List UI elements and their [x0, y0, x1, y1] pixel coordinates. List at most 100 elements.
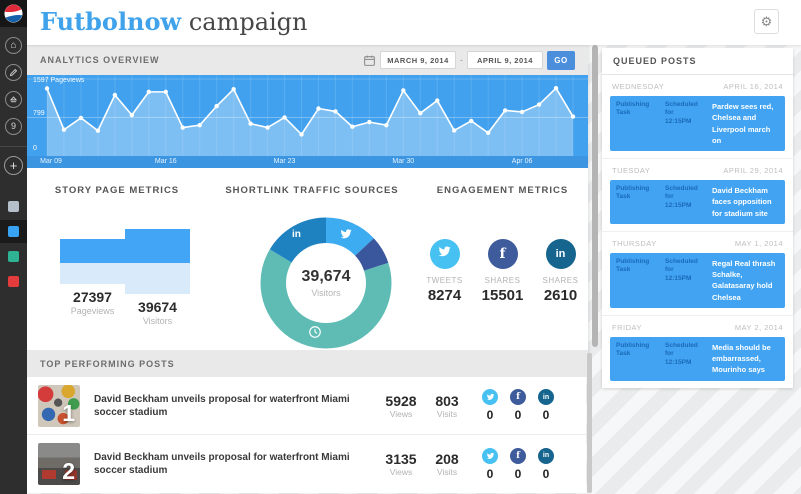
queued-post-card[interactable]: Publishing Task Scheduled for 12:15PM Me…	[610, 337, 785, 381]
queued-day-row: FRIDAY MAY 2, 2014	[612, 323, 783, 332]
traffic-donut-chart[interactable]: in 39,674 Visitors	[259, 216, 393, 350]
calendar-icon[interactable]	[363, 54, 376, 67]
top-posts-title: TOP PERFORMING POSTS	[40, 359, 175, 369]
linkedin-icon[interactable]: in	[538, 389, 554, 405]
go-button[interactable]: GO	[547, 51, 575, 70]
day-label: THURSDAY	[612, 239, 657, 248]
facebook-icon[interactable]: f	[488, 239, 518, 269]
campaign-name: Futbolnow	[40, 7, 181, 36]
main-content: ANALYTICS OVERVIEW - GO 1597 Pageviews 7…	[27, 45, 588, 493]
date-from-input[interactable]	[380, 51, 456, 69]
schedule: Scheduled for 12:15PM	[665, 101, 707, 146]
post-row-2[interactable]: 2 David Beckham unveils proposal for wat…	[27, 435, 586, 493]
twitter-count: 0	[476, 389, 504, 422]
fb-shares-label: SHARES	[485, 276, 521, 285]
twitter-icon[interactable]	[430, 239, 460, 269]
queued-post-card[interactable]: Publishing Task Scheduled for 12:15PM Pa…	[610, 96, 785, 151]
twitter-icon[interactable]	[482, 448, 498, 464]
metrics-row: STORY PAGE METRICS 27397 Pageviews 39674…	[27, 168, 588, 350]
pepsi-logo[interactable]	[0, 0, 27, 27]
top-posts-bar: TOP PERFORMING POSTS	[27, 350, 588, 377]
analytics-overview-title: ANALYTICS OVERVIEW	[40, 55, 160, 65]
y-tick-zero: 0	[33, 145, 37, 152]
schedule-label: Scheduled for	[665, 258, 707, 275]
linkedin-segment-icon: in	[292, 229, 301, 240]
sidebar: ⌂ 9 +	[0, 0, 27, 494]
main-scrollbar[interactable]	[592, 45, 598, 347]
engagement-title: ENGAGEMENT METRICS	[417, 168, 588, 196]
facebook-icon[interactable]: f	[510, 448, 526, 464]
date-to-input[interactable]	[467, 51, 543, 69]
posts-scrollbar[interactable]	[587, 353, 592, 493]
day-label: TUESDAY	[612, 166, 650, 175]
top-posts-list: 1 David Beckham unveils proposal for wat…	[27, 377, 586, 493]
post-title[interactable]: David Beckham unveils proposal for water…	[94, 451, 370, 477]
pencil-icon	[9, 68, 18, 77]
green-swatch-icon	[8, 251, 19, 262]
dashboard: ⌂ 9 + Futbolnow campaign	[0, 0, 801, 494]
twitter-icon[interactable]	[482, 389, 498, 405]
twitter-count: 0	[476, 448, 504, 481]
engagement-twitter: TWEETS 8274	[419, 239, 471, 304]
linkedin-icon[interactable]: in	[538, 448, 554, 464]
chart-x-axis: Mar 09Mar 16Mar 23Mar 30Apr 06	[27, 156, 588, 168]
post-thumbnail: 1	[38, 385, 80, 427]
schedule: Scheduled for 12:15PM	[665, 258, 707, 303]
title-suffix: campaign	[181, 8, 307, 36]
queued-posts-title: QUEUED POSTS	[602, 48, 793, 75]
history-button[interactable]: 9	[5, 118, 22, 135]
campaign-swatch-red[interactable]	[0, 270, 27, 293]
fb-shares-value: 15501	[482, 287, 524, 304]
post-headline: Regal Real thrash Schalke, Galatasaray h…	[712, 258, 779, 303]
schedule-time: 12:15PM	[665, 359, 707, 367]
story-metrics-title: STORY PAGE METRICS	[27, 168, 207, 196]
history-icon: 9	[11, 122, 16, 131]
edit-button[interactable]	[5, 64, 22, 81]
rank-badge: 1	[62, 400, 75, 427]
direct-clock-icon	[308, 325, 322, 339]
schedule-time: 12:15PM	[665, 275, 707, 283]
facebook-icon[interactable]: f	[510, 389, 526, 405]
engagement-facebook: f SHARES 15501	[477, 239, 529, 304]
linkedin-icon[interactable]: in	[546, 239, 576, 269]
x-tick-label: Mar 23	[274, 158, 296, 165]
views-value: 5928	[378, 393, 424, 409]
pageviews-bar-dark	[60, 239, 125, 263]
task-type: Publishing Task	[616, 342, 660, 376]
y-tick-max: 1597 Pageviews	[33, 77, 84, 84]
queued-post-card[interactable]: Publishing Task Scheduled for 12:15PM Re…	[610, 253, 785, 308]
linkedin-count: in 0	[532, 389, 560, 422]
pageviews-chart[interactable]: 1597 Pageviews 799 0 Mar 09Mar 16Mar 23M…	[27, 75, 588, 168]
home-button[interactable]: ⌂	[5, 37, 22, 54]
visitors-bar-dark	[125, 229, 190, 263]
pageviews-bar[interactable]: 27397 Pageviews	[60, 239, 125, 316]
day-label: WEDNESDAY	[612, 82, 664, 91]
pageviews-bar-light	[60, 263, 125, 284]
rank-badge: 2	[62, 458, 75, 485]
add-campaign-button[interactable]: +	[4, 156, 23, 175]
schedule-label: Scheduled for	[665, 185, 707, 202]
post-title[interactable]: David Beckham unveils proposal for water…	[94, 393, 370, 419]
facebook-count-value: 0	[515, 408, 522, 422]
task-type: Publishing Task	[616, 101, 660, 146]
visitors-value: 39674	[125, 299, 190, 315]
facebook-count: f 0	[504, 448, 532, 481]
twitter-count-value: 0	[487, 467, 494, 481]
queued-post-card[interactable]: Publishing Task Scheduled for 12:15PM Da…	[610, 180, 785, 224]
queued-group-wednesday: WEDNESDAY APRIL 16, 2014 Publishing Task…	[602, 75, 793, 159]
campaign-swatch-grey[interactable]	[0, 195, 27, 218]
schedule: Scheduled for 12:15PM	[665, 185, 707, 219]
visitors-bar[interactable]: 39674 Visitors	[125, 229, 190, 326]
pageviews-area-chart	[27, 75, 588, 168]
queued-group-thursday: THURSDAY MAY 1, 2014 Publishing Task Sch…	[602, 232, 793, 316]
post-row-1[interactable]: 1 David Beckham unveils proposal for wat…	[27, 377, 586, 435]
eject-button[interactable]	[5, 91, 22, 108]
campaign-swatch-blue[interactable]	[0, 220, 27, 243]
schedule-label: Scheduled for	[665, 101, 707, 118]
post-headline: David Beckham faces opposition for stadi…	[712, 185, 779, 219]
campaign-swatch-green[interactable]	[0, 245, 27, 268]
sidebar-divider	[0, 146, 27, 147]
x-tick-label: Mar 09	[40, 158, 62, 165]
settings-button[interactable]: ⚙	[754, 9, 779, 34]
analytics-overview-bar: ANALYTICS OVERVIEW - GO	[27, 45, 588, 75]
